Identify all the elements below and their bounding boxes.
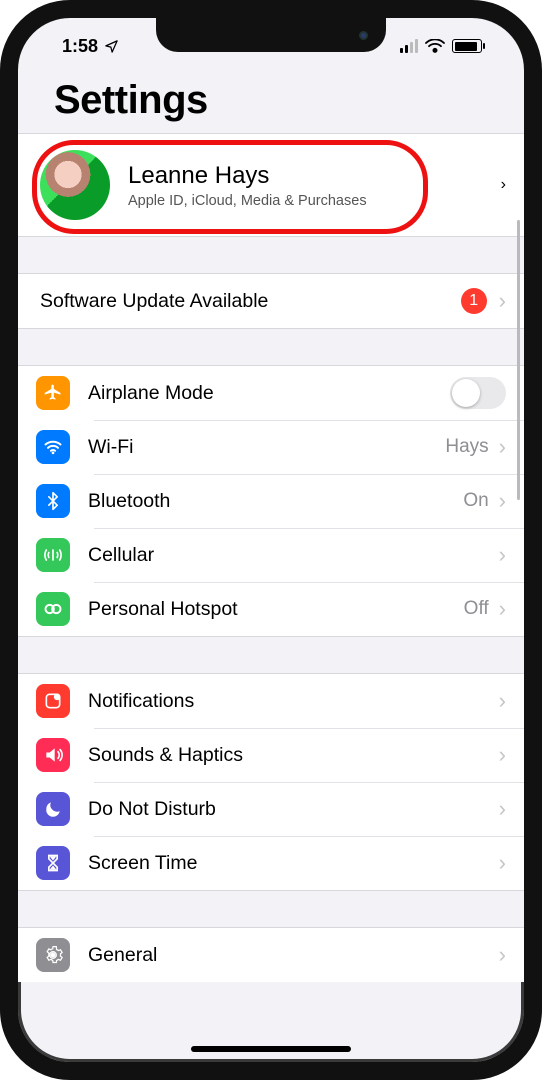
alerts-group: Notifications › Sounds & Haptics › Do No…: [18, 673, 524, 891]
chevron-right-icon: ›: [499, 434, 506, 460]
profile-subtitle: Apple ID, iCloud, Media & Purchases: [128, 193, 501, 209]
home-indicator[interactable]: [191, 1046, 351, 1052]
bluetooth-icon: [36, 484, 70, 518]
chevron-right-icon: ›: [499, 942, 506, 968]
bluetooth-row[interactable]: Bluetooth On ›: [18, 474, 524, 528]
software-update-row[interactable]: Software Update Available 1 ›: [18, 274, 524, 328]
hotspot-label: Personal Hotspot: [88, 598, 464, 621]
airplane-toggle[interactable]: [450, 377, 506, 409]
profile-group: Leanne Hays Apple ID, iCloud, Media & Pu…: [18, 133, 524, 237]
chevron-right-icon: ›: [499, 850, 506, 876]
bluetooth-value: On: [463, 490, 488, 512]
phone-frame: 1:58 Settings Leanne Hays Apple ID, i: [0, 0, 542, 1080]
cellular-signal-icon: [400, 39, 418, 53]
gear-icon: [36, 938, 70, 972]
hotspot-row[interactable]: Personal Hotspot Off ›: [18, 582, 524, 636]
screentime-label: Screen Time: [88, 852, 499, 875]
dnd-label: Do Not Disturb: [88, 798, 499, 821]
software-update-label: Software Update Available: [40, 290, 461, 313]
connectivity-group: Airplane Mode Wi-Fi Hays › Bluetooth On …: [18, 365, 524, 637]
chevron-right-icon: ›: [499, 288, 506, 314]
chevron-right-icon: ›: [499, 488, 506, 514]
sounds-row[interactable]: Sounds & Haptics ›: [18, 728, 524, 782]
notch: [156, 18, 386, 52]
update-badge: 1: [461, 288, 487, 314]
general-label: General: [88, 944, 499, 967]
location-icon: [104, 39, 119, 54]
wifi-row[interactable]: Wi-Fi Hays ›: [18, 420, 524, 474]
sounds-icon: [36, 738, 70, 772]
scroll-indicator[interactable]: [517, 220, 520, 500]
status-time: 1:58: [62, 36, 98, 57]
wifi-label: Wi-Fi: [88, 436, 445, 459]
chevron-right-icon: ›: [499, 542, 506, 568]
screen: 1:58 Settings Leanne Hays Apple ID, i: [18, 18, 524, 1062]
wifi-value: Hays: [445, 436, 488, 458]
chevron-right-icon: ›: [499, 742, 506, 768]
profile-name: Leanne Hays: [128, 162, 501, 190]
general-group: General ›: [18, 927, 524, 982]
chevron-right-icon: ›: [499, 596, 506, 622]
wifi-icon: [425, 39, 445, 53]
bluetooth-label: Bluetooth: [88, 490, 463, 513]
wifi-settings-icon: [36, 430, 70, 464]
apple-id-row[interactable]: Leanne Hays Apple ID, iCloud, Media & Pu…: [18, 134, 524, 236]
general-row[interactable]: General ›: [18, 928, 524, 982]
notifications-row[interactable]: Notifications ›: [18, 674, 524, 728]
screentime-row[interactable]: Screen Time ›: [18, 836, 524, 890]
sounds-label: Sounds & Haptics: [88, 744, 499, 767]
notifications-label: Notifications: [88, 690, 499, 713]
airplane-mode-row[interactable]: Airplane Mode: [18, 366, 524, 420]
hotspot-value: Off: [464, 598, 489, 620]
battery-icon: [452, 39, 482, 53]
chevron-right-icon: ›: [499, 796, 506, 822]
software-update-group: Software Update Available 1 ›: [18, 273, 524, 329]
notifications-icon: [36, 684, 70, 718]
chevron-right-icon: ›: [501, 176, 506, 194]
moon-icon: [36, 792, 70, 826]
hourglass-icon: [36, 846, 70, 880]
cellular-icon: [36, 538, 70, 572]
avatar: [40, 150, 110, 220]
dnd-row[interactable]: Do Not Disturb ›: [18, 782, 524, 836]
airplane-label: Airplane Mode: [88, 382, 450, 405]
cellular-row[interactable]: Cellular ›: [18, 528, 524, 582]
airplane-icon: [36, 376, 70, 410]
chevron-right-icon: ›: [499, 688, 506, 714]
cellular-label: Cellular: [88, 544, 499, 567]
hotspot-icon: [36, 592, 70, 626]
page-title: Settings: [18, 68, 524, 133]
